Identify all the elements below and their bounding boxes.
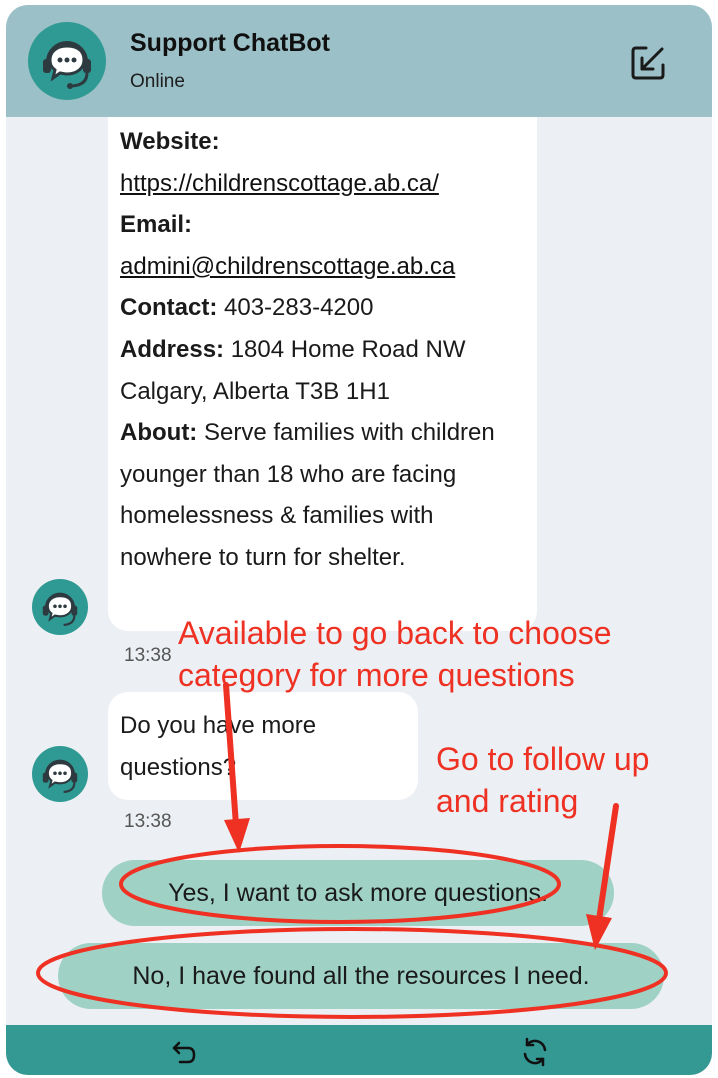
- contact-line: Contact: 403-283-4200: [120, 287, 530, 329]
- message-list[interactable]: Website: https://childrenscottage.ab.ca/…: [6, 117, 712, 1025]
- email-line: Email:: [120, 204, 530, 246]
- field-label: Contact:: [120, 294, 218, 322]
- chat-headset-icon: [28, 22, 106, 100]
- option-found-resources-button[interactable]: No, I have found all the resources I nee…: [58, 943, 664, 1009]
- contact-value: 403-283-4200: [217, 294, 374, 322]
- annotation-note-choose-category: Available to go back to choose category …: [178, 615, 612, 693]
- bot-message-bubble: Do you have more questions?: [108, 692, 418, 800]
- bot-avatar-icon: [32, 579, 88, 635]
- email-link[interactable]: admini@childrenscottage.ab.ca: [120, 253, 455, 280]
- annotation-note-follow-up: Go to follow up and rating: [436, 741, 650, 819]
- status-text: Online: [130, 71, 185, 92]
- field-label: Email:: [120, 211, 193, 239]
- field-label: Website:: [120, 128, 220, 155]
- message-content: Website: https://childrenscottage.ab.ca/…: [120, 121, 530, 579]
- chat-header: Support ChatBot Online: [6, 5, 712, 117]
- field-label: About:: [120, 419, 198, 447]
- bot-message-bubble: Website: https://childrenscottage.ab.ca/…: [108, 117, 537, 631]
- refresh-icon: [523, 1037, 547, 1067]
- website-link[interactable]: https://childrenscottage.ab.ca/: [120, 170, 439, 197]
- message-timestamp: 13:38: [124, 645, 172, 666]
- chat-title: Support ChatBot: [130, 29, 330, 57]
- refresh-button[interactable]: [518, 1035, 552, 1069]
- chatbot-window: Support ChatBot Online Website: https://…: [6, 5, 712, 1075]
- minimize-button[interactable]: [626, 41, 670, 85]
- minimize-arrow-icon: [631, 46, 665, 80]
- about-line: About: Serve families with children youn…: [120, 412, 530, 578]
- address-line: Address: 1804 Home Road NW Calgary, Albe…: [120, 329, 530, 412]
- chat-footer: [6, 1025, 712, 1075]
- bot-avatar-icon: [32, 746, 88, 802]
- website-line: Website:: [120, 121, 530, 163]
- field-label: Address:: [120, 335, 225, 363]
- option-ask-more-button[interactable]: Yes, I want to ask more questions.: [102, 860, 614, 926]
- message-text: Do you have more questions?: [120, 712, 317, 781]
- back-button[interactable]: [166, 1035, 200, 1069]
- message-timestamp: 13:38: [124, 811, 172, 832]
- undo-arrow-icon: [172, 1041, 196, 1064]
